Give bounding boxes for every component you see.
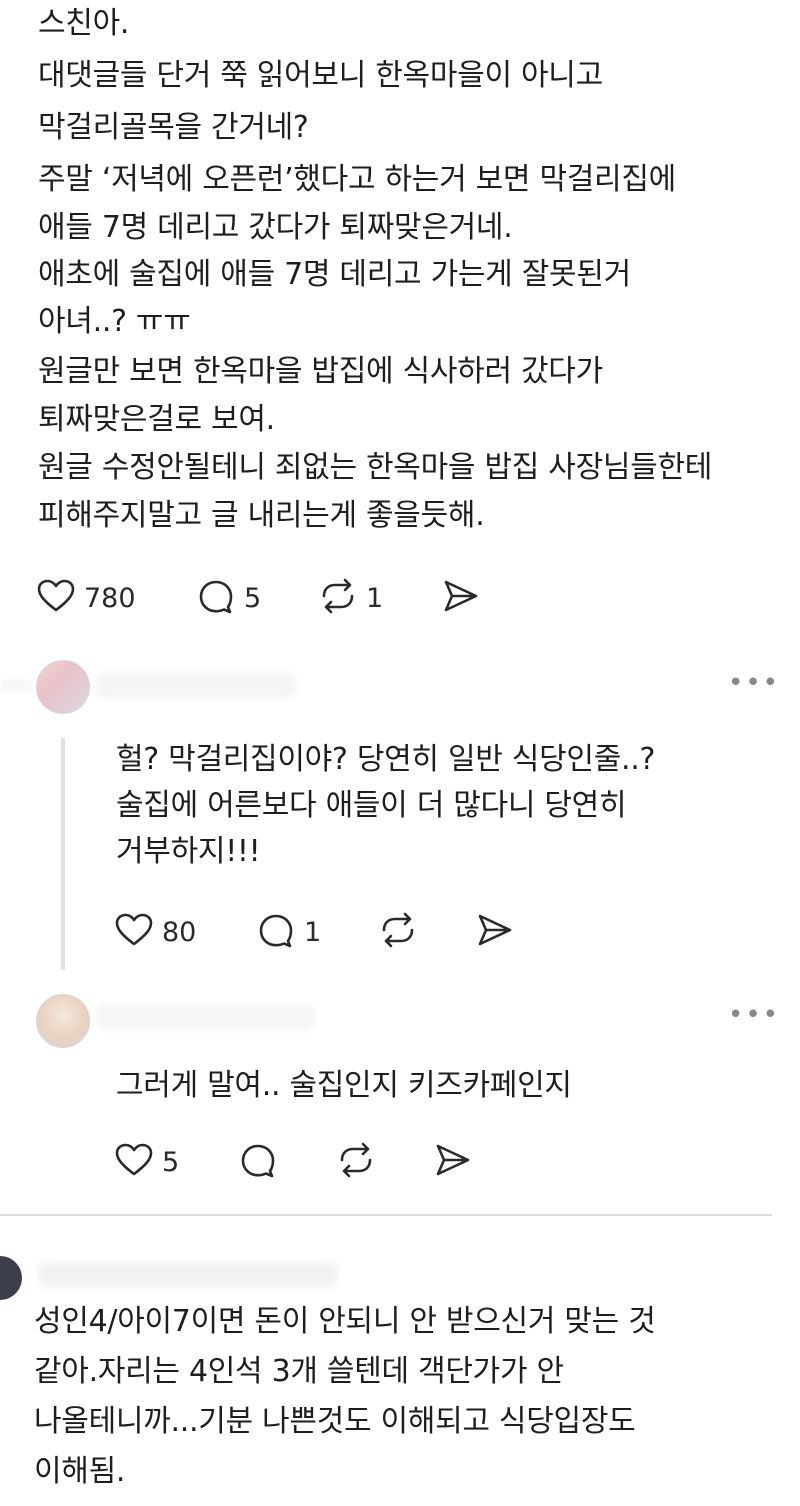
- share-button[interactable]: [430, 1140, 474, 1184]
- post-line: 피해주지말고 글 내리는게 좋을듯해.: [38, 498, 485, 533]
- post-line: 퇴짜맞은걸로 보여.: [38, 402, 275, 437]
- comment-icon: [254, 908, 298, 956]
- more-options-button[interactable]: •••: [728, 668, 780, 698]
- like-button[interactable]: 5: [112, 1140, 179, 1184]
- send-icon: [472, 908, 516, 956]
- comment-line: 이해됨.: [34, 1454, 126, 1489]
- post-line: 아녀..? ㅠㅠ: [38, 304, 191, 339]
- comment-count: 5: [244, 582, 262, 614]
- repost-button[interactable]: 1: [316, 576, 383, 620]
- send-icon: [430, 1138, 474, 1186]
- post-line: 스친아.: [38, 6, 130, 41]
- like-count: 780: [84, 582, 136, 614]
- repost-button[interactable]: [376, 910, 420, 954]
- comment-icon: [194, 574, 238, 622]
- comment-icon: [236, 1138, 280, 1186]
- reply-actions: 80 1: [112, 910, 532, 954]
- repost-icon: [376, 908, 420, 956]
- heart-icon: [112, 908, 156, 956]
- comment-divider: [0, 1214, 772, 1216]
- post-line: 주말 ‘저녁에 오픈런’했다고 하는거 보면 막걸리집에: [38, 162, 676, 197]
- like-button[interactable]: 780: [34, 576, 136, 620]
- comment-button[interactable]: 1: [254, 910, 321, 954]
- heart-icon: [112, 1138, 156, 1186]
- username-blurred: [96, 1004, 316, 1030]
- post-line: 원글 수정안될테니 죄없는 한옥마을 밥집 사장님들한테: [38, 450, 713, 485]
- avatar[interactable]: [36, 994, 90, 1048]
- post-line: 대댓글들 단거 쭉 읽어보니 한옥마을이 아니고: [38, 58, 603, 93]
- post-actions: 780 5 1: [34, 576, 494, 620]
- repost-icon: [334, 1138, 378, 1186]
- repost-count: 1: [366, 582, 384, 614]
- like-count: 5: [162, 1146, 180, 1178]
- like-count: 80: [162, 916, 197, 948]
- reply-actions: 5: [112, 1140, 532, 1184]
- comment-line: 성인4/아이7이면 돈이 안되니 안 받으신거 맞는 것: [34, 1304, 656, 1339]
- more-options-button[interactable]: •••: [728, 1000, 780, 1030]
- share-button[interactable]: [438, 576, 482, 620]
- avatar[interactable]: [0, 1256, 22, 1300]
- heart-icon: [34, 574, 78, 622]
- comment-button[interactable]: 5: [194, 576, 261, 620]
- thread-line: [61, 738, 65, 970]
- post-line: 애들 7명 데리고 갔다가 퇴짜맞은거네.: [38, 210, 513, 245]
- reply-line: 그러게 말여.. 술집인지 키즈카페인지: [116, 1068, 572, 1103]
- reply-line: 술집에 어른보다 애들이 더 많다니 당연히: [116, 788, 627, 823]
- post-line: 막걸리골목을 간거네?: [38, 110, 309, 145]
- reply-line: 헐? 막걸리집이야? 당연히 일반 식당인줄..?: [116, 742, 656, 777]
- blur-artifact: [0, 680, 34, 692]
- send-icon: [438, 574, 482, 622]
- post-line: 애초에 술집에 애들 7명 데리고 가는게 잘못된거: [38, 257, 631, 292]
- share-button[interactable]: [472, 910, 516, 954]
- username-blurred: [96, 672, 296, 698]
- comment-button[interactable]: [236, 1140, 280, 1184]
- repost-icon: [316, 574, 360, 622]
- post-line: 원글만 보면 한옥마을 밥집에 식사하러 갔다가: [38, 354, 603, 389]
- comment-line: 같아.자리는 4인석 3개 쓸텐데 객단가가 안: [34, 1354, 564, 1389]
- like-button[interactable]: 80: [112, 910, 196, 954]
- username-blurred: [38, 1262, 338, 1288]
- avatar[interactable]: [36, 660, 90, 714]
- comment-line: 나올테니까...기분 나쁜것도 이해되고 식당입장도: [34, 1404, 636, 1439]
- comment-count: 1: [304, 916, 322, 948]
- reply-line: 거부하지!!!: [116, 834, 261, 869]
- repost-button[interactable]: [334, 1140, 378, 1184]
